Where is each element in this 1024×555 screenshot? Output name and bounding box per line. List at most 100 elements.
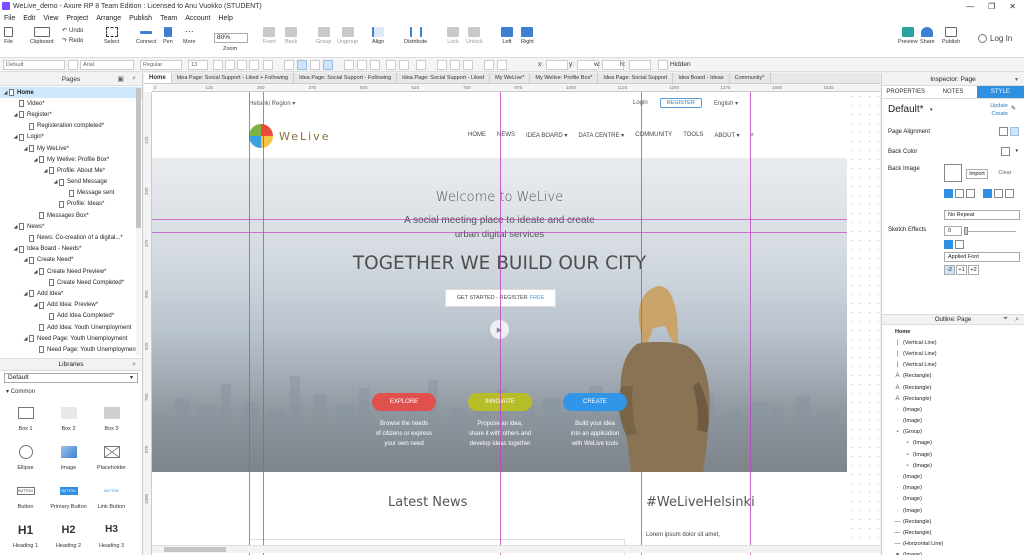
align-justify-button[interactable] — [323, 60, 333, 70]
page-tree-item[interactable]: Add Idea: Youth Unemployment — [0, 322, 142, 333]
file-button[interactable]: File — [4, 27, 13, 45]
page-tree-item[interactable]: ◢ My Welive: Profile Box* — [0, 154, 142, 165]
clipboard-button[interactable]: Clipboard — [30, 27, 54, 45]
outline-item[interactable]: · (Image) — [882, 416, 1024, 427]
distribute-button[interactable]: Distribute — [404, 27, 427, 45]
image-align-left-button[interactable] — [944, 189, 953, 198]
expand-icon[interactable]: ◢ — [32, 157, 39, 163]
tab-profile-box[interactable]: My Welive: Profile Box* — [530, 73, 599, 83]
site-register-button[interactable]: REGISTER — [659, 98, 702, 108]
select-button[interactable]: Select — [104, 27, 119, 45]
undo-button[interactable]: ↶ Undo — [62, 27, 83, 35]
widget-button[interactable]: BUTTON Button — [4, 476, 47, 515]
outline-item[interactable]: | (Vertical Line) — [882, 337, 1024, 348]
page-tree-item[interactable]: News: Co-creation of a digital...* — [0, 232, 142, 243]
page-tree-item[interactable]: ◢ Need Page: Youth Unemployment — [0, 333, 142, 344]
guide-vertical-line[interactable] — [641, 92, 642, 555]
menu-help[interactable]: Help — [214, 15, 236, 22]
tab-idea-social-support[interactable]: Idea Page: Social Support — [598, 73, 674, 83]
outline-item[interactable]: — (Rectangle) — [882, 527, 1024, 538]
share-button[interactable]: Share — [920, 27, 935, 45]
align-right-button[interactable] — [310, 60, 320, 70]
page-tree-item[interactable]: Add Idea Completed* — [0, 311, 142, 322]
align-center-page-button[interactable] — [1010, 127, 1019, 136]
page-tree-item[interactable]: ◢ Send Message — [0, 177, 142, 188]
outline-item[interactable]: · (Image) — [882, 505, 1024, 516]
font-plus-1-button[interactable]: +1 — [956, 265, 967, 275]
expand-icon[interactable]: ◢ — [22, 291, 29, 297]
widget-placeholder[interactable]: Placeholder — [90, 437, 133, 476]
preview-button[interactable]: Preview — [898, 27, 918, 45]
library-select[interactable]: Default ▼ — [4, 373, 138, 383]
align-center-button[interactable] — [297, 60, 307, 70]
group-button[interactable]: Group — [316, 27, 331, 45]
sketch-slider-track[interactable] — [964, 231, 1016, 232]
library-section-common[interactable]: ▾ Common — [0, 385, 142, 398]
outline-item[interactable]: ▪ (Group) — [882, 427, 1024, 438]
tab-my-welive[interactable]: My WeLive* — [490, 73, 531, 83]
create-button[interactable]: CREATE — [563, 393, 627, 411]
expand-icon[interactable]: ◢ — [32, 269, 39, 275]
widget-box-1[interactable]: Box 1 — [4, 398, 47, 437]
widget-box-3[interactable]: Box 3 — [90, 398, 133, 437]
filter-icon[interactable]: ⏷ — [1003, 316, 1008, 323]
nav-tools[interactable]: TOOLS — [683, 132, 703, 139]
outline-item[interactable]: ▪ (Image) — [882, 438, 1024, 449]
page-tree-item[interactable]: ◢ Idea Board - Needs* — [0, 244, 142, 255]
publish-button[interactable]: Publish — [942, 27, 960, 45]
hidden-checkbox[interactable] — [658, 60, 668, 70]
menu-publish[interactable]: Publish — [125, 15, 156, 22]
line-color-button[interactable] — [437, 60, 447, 70]
style-manage-icon[interactable]: ✎ — [1011, 105, 1020, 114]
font-plus-2-button[interactable]: +2 — [968, 265, 979, 275]
guide-vertical-line[interactable] — [500, 92, 501, 555]
page-tree-item[interactable]: Profile: Ideas* — [0, 199, 142, 210]
fill-color-button[interactable] — [386, 60, 396, 70]
guide-vertical-line[interactable] — [750, 92, 751, 555]
expand-icon[interactable]: ◢ — [22, 336, 29, 342]
widget-heading-2[interactable]: H2 Heading 2 — [47, 515, 90, 554]
expand-icon[interactable]: ◢ — [22, 257, 29, 263]
login-button[interactable]: Log In — [978, 34, 1012, 43]
inspector-menu-icon[interactable]: ▾ — [1015, 76, 1018, 83]
widget-box-2[interactable]: Box 2 — [47, 398, 90, 437]
more-button[interactable]: ⋯ More — [183, 27, 196, 46]
font-color-button[interactable] — [213, 60, 223, 70]
outline-item[interactable]: Home — [882, 326, 1024, 337]
unlock-button[interactable]: Unlock — [466, 27, 483, 45]
align-left-page-button[interactable] — [999, 127, 1008, 136]
style-dropdown-icon[interactable]: ▾ — [930, 107, 933, 113]
back-color-picker[interactable] — [1001, 147, 1010, 156]
widget-heading-1[interactable]: H1 Heading 1 — [4, 515, 47, 554]
widget-link-button[interactable]: BUTTON Link Button — [90, 476, 133, 515]
guide-horizontal-line[interactable] — [152, 219, 847, 220]
explore-button[interactable]: EXPLORE — [372, 393, 436, 411]
page-tree-item[interactable]: ◢ Register* — [0, 109, 142, 120]
tab-properties[interactable]: PROPERTIES — [882, 86, 929, 98]
tab-idea-following[interactable]: Idea Page: Social Support - Following — [294, 73, 398, 83]
outline-item[interactable]: A (Rectangle) — [882, 371, 1024, 382]
clear-button[interactable]: Clear — [994, 169, 1016, 179]
minimize-button[interactable]: — — [966, 2, 974, 11]
page-tree-item[interactable]: Create Need Completed* — [0, 277, 142, 288]
tab-style[interactable]: STYLE — [976, 86, 1024, 98]
outline-item[interactable]: | (Vertical Line) — [882, 360, 1024, 371]
outline-item[interactable]: · (Image) — [882, 483, 1024, 494]
valign-top-button[interactable] — [344, 60, 354, 70]
nav-idea-board[interactable]: IDEA BOARD ▾ — [526, 132, 567, 139]
library-search-icon[interactable]: ⌕ — [132, 361, 136, 369]
pages-scrollbar[interactable] — [136, 88, 141, 356]
maximize-button[interactable]: ❐ — [988, 2, 995, 11]
expand-icon[interactable]: ◢ — [42, 168, 49, 174]
font-select[interactable]: Arial — [80, 60, 134, 70]
front-button[interactable]: Front — [263, 27, 276, 45]
page-tree-item[interactable]: ◢ Profile: About Me* — [0, 165, 142, 176]
image-valign-middle-button[interactable] — [994, 189, 1003, 198]
image-valign-bottom-button[interactable] — [1005, 189, 1014, 198]
outline-item[interactable]: ▪ (Image) — [882, 460, 1024, 471]
design-stage[interactable]: Helsinki Region ▾ Login REGISTER English… — [152, 92, 880, 555]
region-select[interactable]: Helsinki Region ▾ — [249, 100, 295, 107]
tab-home[interactable]: Home — [144, 73, 172, 83]
bullet-button[interactable] — [263, 60, 273, 70]
fill-color-dropdown[interactable] — [399, 60, 409, 70]
